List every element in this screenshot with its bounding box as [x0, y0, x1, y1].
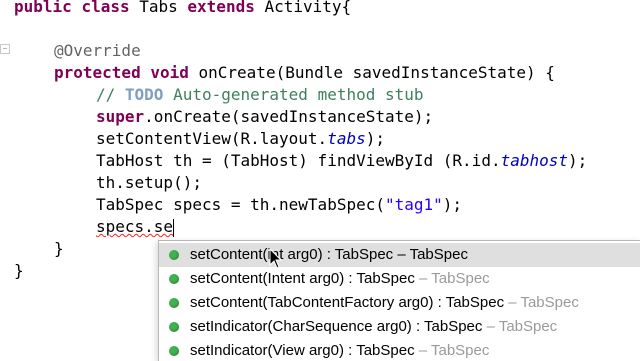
code-line-5: // TODO Auto-generated method stub [96, 85, 424, 104]
autocomplete-item[interactable]: setContent(TabContentFactory arg0) : Tab… [159, 291, 640, 315]
code-editor[interactable]: − public class Tabs extends Activity{ @O… [0, 0, 640, 361]
autocomplete-item[interactable]: setContent(Intent arg0) : TabSpec – TabS… [159, 267, 640, 291]
public-method-icon [169, 346, 179, 356]
code-line-13: } [14, 261, 24, 280]
autocomplete-item[interactable]: setIndicator(View arg0) : TabSpec – TabS… [159, 339, 640, 361]
autocomplete-item[interactable]: setIndicator(CharSequence arg0) : TabSpe… [159, 315, 640, 339]
autocomplete-popup[interactable]: setContent(int arg0) : TabSpec – TabSpec… [158, 240, 640, 361]
autocomplete-item[interactable]: setContent(int arg0) : TabSpec – TabSpec [159, 243, 640, 267]
code-line-1: public class Tabs extends Activity{ [14, 0, 352, 16]
public-method-icon [169, 274, 179, 284]
public-method-icon [169, 250, 179, 260]
code-line-6: super.onCreate(savedInstanceState); [96, 107, 434, 126]
fold-toggle-icon[interactable]: − [0, 44, 10, 54]
code-line-9: th.setup(); [96, 173, 202, 192]
code-line-10: TabSpec specs = th.newTabSpec("tag1"); [96, 195, 463, 214]
code-line-7: setContentView(R.layout.tabs); [96, 129, 385, 148]
code-line-8: TabHost th = (TabHost) findViewById (R.i… [96, 151, 588, 170]
text-caret [173, 218, 175, 237]
code-line-3: @Override [54, 41, 141, 60]
code-line-4: protected void onCreate(Bundle savedInst… [54, 63, 555, 82]
public-method-icon [169, 298, 179, 308]
code-line-12: } [54, 239, 64, 258]
editor-gutter: − [0, 0, 10, 360]
code-line-11[interactable]: specs.se [96, 216, 175, 238]
public-method-icon [169, 322, 179, 332]
